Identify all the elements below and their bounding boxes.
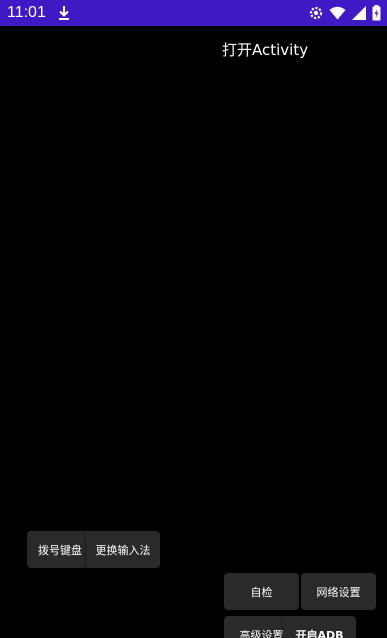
dial-pad-button[interactable]: 拨号键盘 <box>27 531 93 568</box>
switch-ime-button[interactable]: 更换输入法 <box>86 531 160 568</box>
battery-charging-icon <box>372 5 381 21</box>
enable-adb-button[interactable]: 开启ADB <box>283 616 356 638</box>
screen: 11:01 打开Activity 拨号键盘 更换输入法 自检 网络设置 高级设置… <box>0 0 387 638</box>
open-activity-label[interactable]: 打开Activity <box>222 40 308 60</box>
download-icon <box>57 5 71 21</box>
status-icons <box>309 5 381 21</box>
wifi-icon <box>329 6 346 20</box>
status-time: 11:01 <box>7 4 46 21</box>
self-check-button[interactable]: 自检 <box>224 573 299 610</box>
settings-icon <box>309 6 323 20</box>
network-settings-button[interactable]: 网络设置 <box>301 573 376 610</box>
signal-icon <box>352 6 366 20</box>
status-bar: 11:01 <box>0 0 387 26</box>
